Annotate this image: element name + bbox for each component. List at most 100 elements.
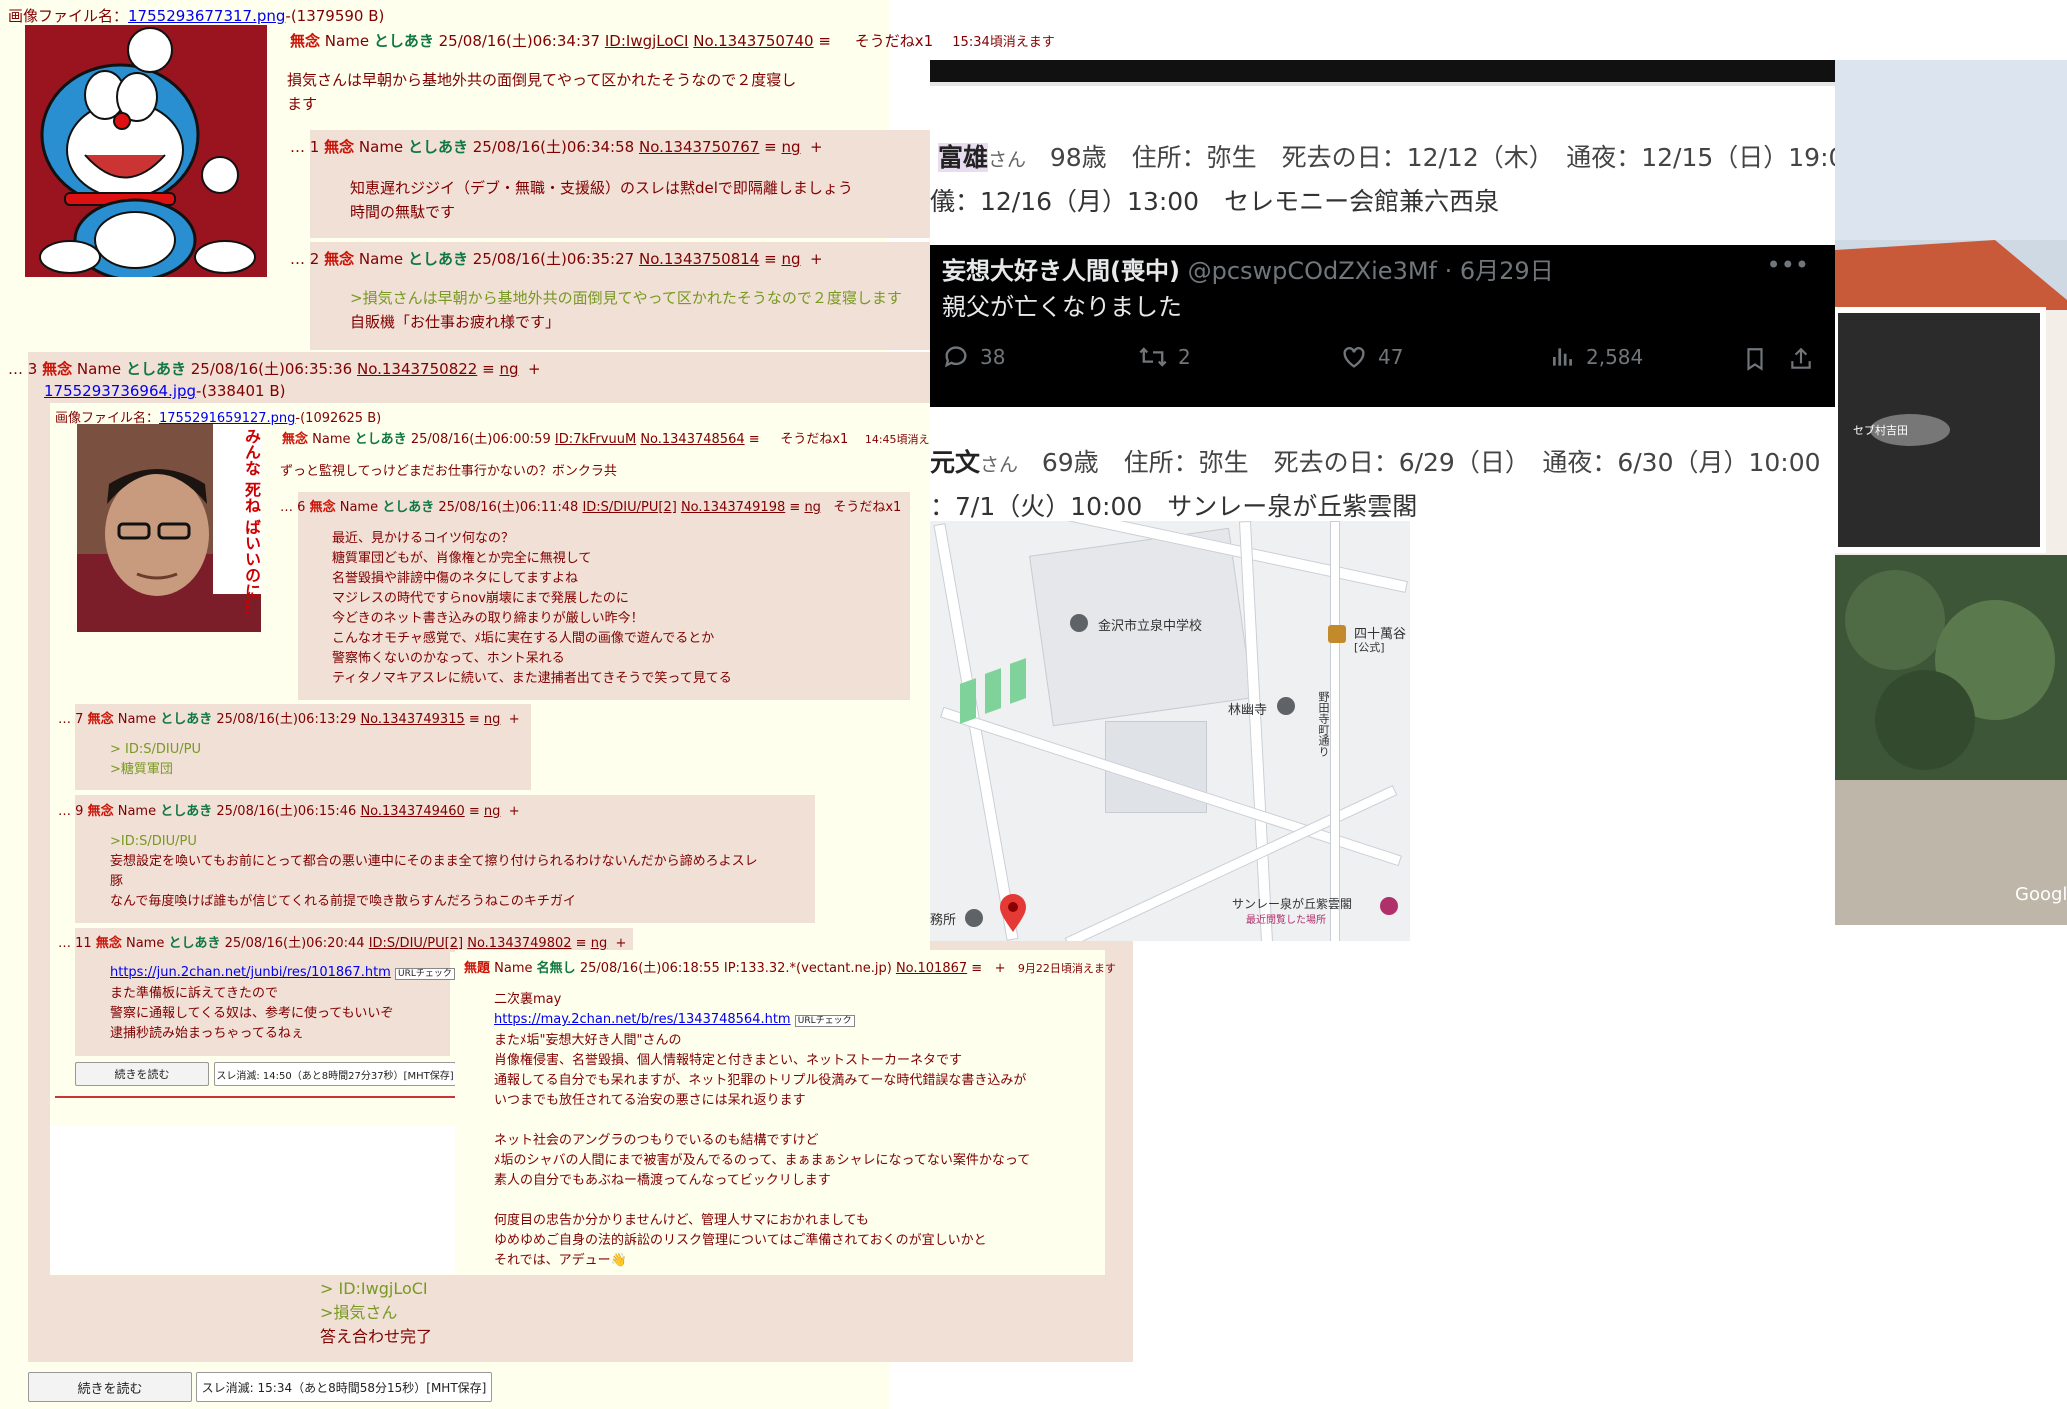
reply-3-plus[interactable]: + [528,360,541,378]
inner-reply-6-line: 今どきのネット書き込みの取り締まりが厳しい昨今！ [332,611,644,626]
jun-plus[interactable]: + [995,961,1006,976]
reply-2-subject: 無念 [324,250,355,268]
reply-2-name-label: Name [358,250,404,268]
inner-continue-button[interactable]: 続きを読む [75,1062,209,1086]
more-icon[interactable]: ••• [1767,251,1809,279]
temple-icon[interactable] [1277,697,1295,715]
jun-link[interactable]: https://may.2chan.net/b/res/1343748564.h… [494,1012,791,1027]
inner-reply-11-subject: 無念 [95,936,122,951]
inner-reply-11-id[interactable]: ID:S/DIU/PU[2] [369,936,463,951]
inner-reply-9-num: 9 [75,804,84,819]
shop-icon[interactable] [1328,625,1346,643]
inner-reply-11-no[interactable]: No.1343749802 [467,936,571,951]
inner-reply-6-sodane[interactable]: そうだねx1 [833,500,901,515]
reply-1-menu-icon[interactable]: ≡ [764,138,777,156]
jun-subject: 無題 [464,961,491,976]
map[interactable]: 金沢市立泉中学校 四十萬谷 [公式] 林幽寺 野田寺町通り サンレー泉が丘紫雲閣… [930,521,1410,941]
like-count: 47 [1378,345,1404,369]
inner-reply-6-body: 最近、見かけるコイツ何なの？ 糖質軍団どもが、肖像権とか完全に無視して 名誉毀損… [332,529,732,689]
jun-line: ネット社会のアングラのつもりでいるのも結構ですけど [494,1133,819,1148]
school-icon[interactable] [1070,614,1088,632]
inner-op-no[interactable]: No.1343748564 [640,432,744,447]
map-pin-icon[interactable] [998,893,1028,933]
op-no[interactable]: No.1343750740 [693,32,813,50]
op-thumbnail[interactable] [25,25,267,277]
jun-line: 肖像権侵害、名誉毀損、個人情報特定と付きまとい、ネットストーカーネタです [494,1053,963,1068]
jun-line: いつまでも放任されてる治安の悪さには呆れ返ります [494,1093,806,1108]
reply-3-menu-icon[interactable]: ≡ [482,360,495,378]
inner-reply-11-plus[interactable]: + [615,936,626,951]
inner-reply-9-no[interactable]: No.1343749460 [360,804,464,819]
jun-no[interactable]: No.101867 [896,961,967,976]
retweet-action[interactable]: 2 [1138,343,1191,371]
inner-reply-9-name-label: Name [117,804,157,819]
jun-name-label: Name [494,961,533,976]
inner-op-sodane[interactable]: そうだねx1 [780,432,848,447]
hall-icon[interactable] [1380,897,1398,915]
reply-2-no[interactable]: No.1343750814 [639,250,759,268]
inner-reply-7-body: > ID:S/DIU/PU >糖質軍団 [110,740,201,780]
reply-2-num: 2 [309,250,320,268]
obit-name-2: 元文 [930,448,981,477]
bookmark-icon[interactable] [1742,345,1768,373]
inner-reply-9-plus[interactable]: + [509,804,520,819]
jun-url-check-button[interactable]: URLチェック [794,1015,855,1027]
url-check-button[interactable]: URLチェック [394,968,455,980]
tweet-card[interactable]: 妄想大好き人間(喪中) @pcswpCOdZXie3Mf · 6月29日 •••… [930,245,1835,407]
inner-reply-11-ng[interactable]: ng [591,936,608,951]
inner-reply-11-menu-icon[interactable]: ≡ [576,936,587,951]
inner-reply-7-no[interactable]: No.1343749315 [360,712,464,727]
tweet-date[interactable]: · 6月29日 [1445,257,1554,285]
inner-reply-7-ng[interactable]: ng [484,712,501,727]
reply-action[interactable]: 38 [942,343,1005,371]
inner-reply-6-name: としあき [382,500,435,515]
reply-1-plus[interactable]: + [810,138,823,156]
office-icon[interactable] [965,909,983,927]
retweet-icon [1139,347,1167,367]
inner-reply-11-header: … 11 無念 Name としあき 25/08/16(土)06:20:44 ID… [58,936,627,951]
reply-2-ng[interactable]: ng [781,250,800,268]
jun-date: 25/08/16(土)06:18:55 [579,961,720,976]
obit-info-2: 69歳 住所：弥生 死去の日：6/29（日） 通夜：6/30（月）10:00 [1041,448,1821,477]
obit-info-1: 98歳 住所：弥生 死去の日：12/12（木） 通夜：12/15（日）19:00 [1049,143,1835,172]
inner-reply-6-ng[interactable]: ng [804,500,821,515]
reply-3-no[interactable]: No.1343750822 [357,360,477,378]
views-action[interactable]: 2,584 [1550,343,1643,371]
like-action[interactable]: 47 [1340,343,1403,371]
inner-reply-7-menu-icon[interactable]: ≡ [469,712,480,727]
inner-reply-7-plus[interactable]: + [509,712,520,727]
reply-1-no[interactable]: No.1343750767 [639,138,759,156]
inner-reply-6-date: 25/08/16(土)06:11:48 [438,500,579,515]
tweet-display-name[interactable]: 妄想大好き人間(喪中) [942,257,1180,285]
share-icon[interactable] [1788,345,1814,373]
reply-3-ng[interactable]: ng [499,360,518,378]
reply-3-file-link[interactable]: 1755293736964.jpg [44,382,196,400]
street-view[interactable]: セブ村吉田 Googl [1835,60,2067,925]
map-label-office: 務所 [930,913,957,928]
inner-reply-11-link[interactable]: https://jun.2chan.net/junbi/res/101867.h… [110,965,391,980]
op-id[interactable]: ID:IwgjLoCI [605,32,689,50]
file-label: 画像ファイル名： [8,7,129,25]
obit-row-2-line2: ：7/1（火）10:00 サンレー泉が丘紫雲閣 [930,492,1418,521]
inner-reply-6-no[interactable]: No.1343749198 [681,500,785,515]
tweet-handle[interactable]: @pcswpCOdZXie3Mf [1188,257,1437,285]
inner-op-id[interactable]: ID:7kFrvuuM [555,432,636,447]
inner-reply-6-menu-icon[interactable]: ≡ [789,500,800,515]
street-view-image [1835,60,2067,925]
jun-menu-icon[interactable]: ≡ [971,961,982,976]
op-file-link[interactable]: 1755293677317.png [128,7,285,25]
reply-1-ng[interactable]: ng [781,138,800,156]
op-menu-icon[interactable]: ≡ [818,32,831,50]
inner-reply-9-ng[interactable]: ng [484,804,501,819]
inner-reply-9-menu-icon[interactable]: ≡ [469,804,480,819]
continue-button[interactable]: 続きを読む [28,1372,192,1402]
reply-2-menu-icon[interactable]: ≡ [764,250,777,268]
inner-reply-7-num: 7 [75,712,84,727]
op-sodane[interactable]: そうだねx1 [855,32,933,50]
inner-op-menu-icon[interactable]: ≡ [749,432,760,447]
inner-reply-6-id[interactable]: ID:S/DIU/PU[2] [582,500,676,515]
reply-2-plus[interactable]: + [810,250,823,268]
reply-3-file-size: -(338401 B) [196,382,286,400]
reply-2-text: 自販機「お仕事お疲れ様です」 [350,313,561,331]
op-body: 損気さんは早朝から基地外共の面倒見てやって区かれたそうなので２度寝し ます [287,68,796,116]
